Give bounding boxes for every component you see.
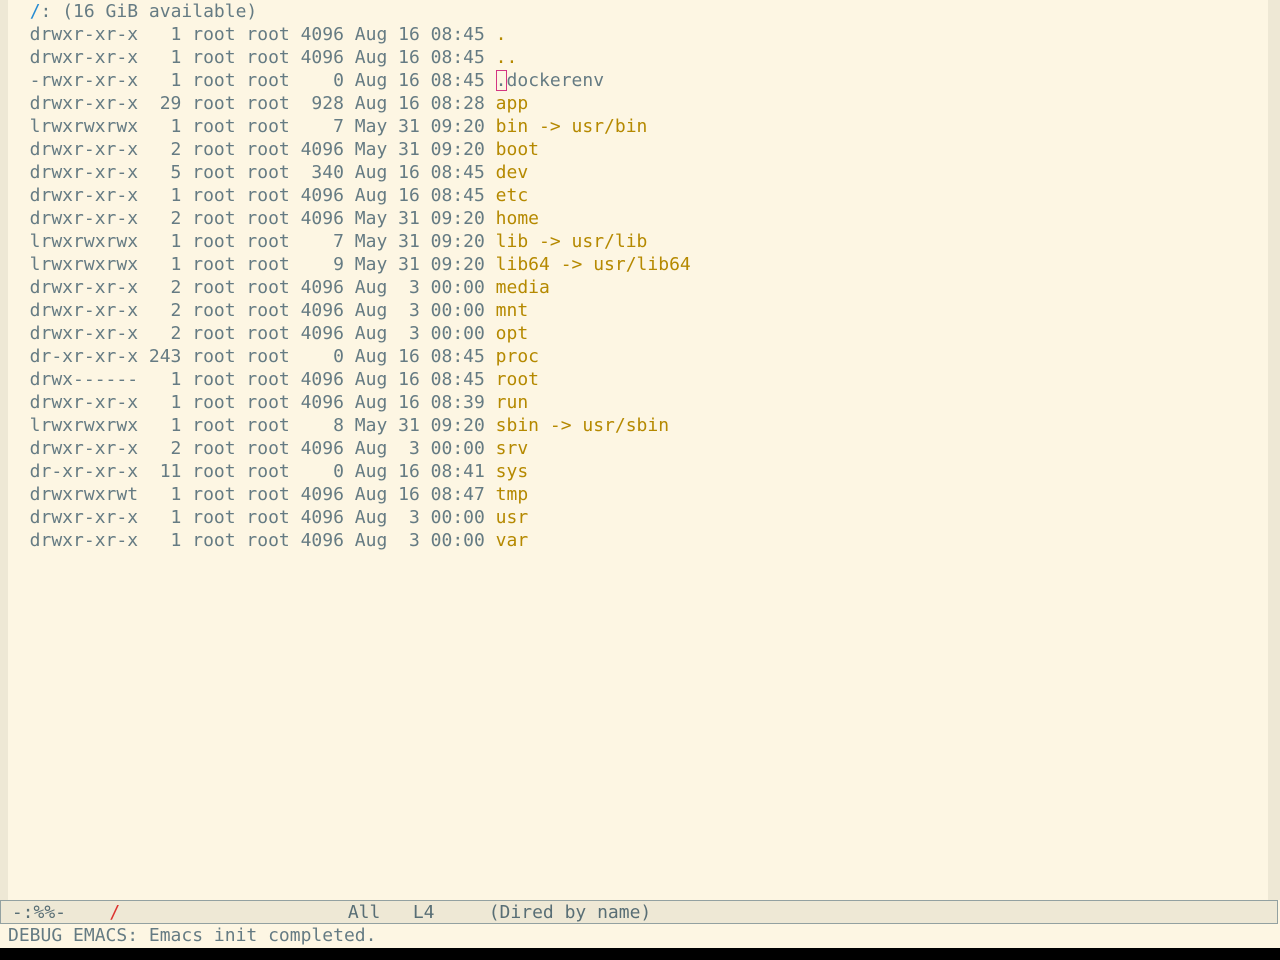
entry-filename[interactable]: root (496, 369, 539, 390)
dired-entry[interactable]: drwxr-xr-x 5 root root 340 Aug 16 08:45 … (8, 161, 1268, 184)
entry-filename[interactable]: srv (496, 438, 529, 459)
entry-filename[interactable]: dev (496, 162, 529, 183)
entry-attributes: drwxrwxrwt 1 root root 4096 Aug 16 08:47 (8, 484, 496, 505)
modeline-line-number: L4 (412, 902, 435, 923)
entry-attributes: drwxr-xr-x 2 root root 4096 Aug 3 00:00 (8, 438, 496, 459)
echo-area: DEBUG EMACS: Emacs init completed. (0, 924, 1280, 948)
entry-attributes: drwxr-xr-x 5 root root 340 Aug 16 08:45 (8, 162, 496, 183)
entry-filename[interactable]: usr (496, 507, 529, 528)
dired-entry[interactable]: drwxr-xr-x 2 root root 4096 Aug 3 00:00 … (8, 437, 1268, 460)
emacs-frame: /: (16 GiB available) drwxr-xr-x 1 root … (0, 0, 1280, 948)
entry-attributes: drwxr-xr-x 2 root root 4096 Aug 3 00:00 (8, 300, 496, 321)
entry-attributes: drwx------ 1 root root 4096 Aug 16 08:45 (8, 369, 496, 390)
entry-filename[interactable]: .. (496, 47, 518, 68)
entry-filename[interactable]: etc (496, 185, 529, 206)
dired-entry[interactable]: drwxr-xr-x 1 root root 4096 Aug 16 08:45… (8, 184, 1268, 207)
entry-attributes: drwxr-xr-x 1 root root 4096 Aug 3 00:00 (8, 530, 496, 551)
dired-entry[interactable]: drwxr-xr-x 2 root root 4096 Aug 3 00:00 … (8, 276, 1268, 299)
entry-filename[interactable]: bin -> usr/bin (496, 116, 648, 137)
entry-attributes: -rwxr-xr-x 1 root root 0 Aug 16 08:45 (8, 70, 496, 91)
entry-filename[interactable]: media (496, 277, 550, 298)
modeline-major-mode[interactable]: (Dired by name) (489, 902, 652, 923)
dired-entry[interactable]: drwx------ 1 root root 4096 Aug 16 08:45… (8, 368, 1268, 391)
entry-attributes: drwxr-xr-x 2 root root 4096 May 31 09:20 (8, 139, 496, 160)
dired-buffer[interactable]: /: (16 GiB available) drwxr-xr-x 1 root … (8, 0, 1268, 900)
dired-entry[interactable]: drwxr-xr-x 1 root root 4096 Aug 3 00:00 … (8, 529, 1268, 552)
entry-attributes: drwxr-xr-x 1 root root 4096 Aug 3 00:00 (8, 507, 496, 528)
dired-entry[interactable]: lrwxrwxrwx 1 root root 7 May 31 09:20 li… (8, 230, 1268, 253)
dired-entry[interactable]: lrwxrwxrwx 1 root root 7 May 31 09:20 bi… (8, 115, 1268, 138)
entry-attributes: drwxr-xr-x 1 root root 4096 Aug 16 08:45 (8, 185, 496, 206)
entry-attributes: lrwxrwxrwx 1 root root 8 May 31 09:20 (8, 415, 496, 436)
dired-entry[interactable]: drwxr-xr-x 2 root root 4096 Aug 3 00:00 … (8, 299, 1268, 322)
header-directory[interactable]: / (30, 1, 41, 22)
entry-filename[interactable]: tmp (496, 484, 529, 505)
dired-entry[interactable]: drwxr-xr-x 29 root root 928 Aug 16 08:28… (8, 92, 1268, 115)
entry-attributes: lrwxrwxrwx 1 root root 7 May 31 09:20 (8, 116, 496, 137)
entry-filename[interactable]: mnt (496, 300, 529, 321)
dired-entry[interactable]: -rwxr-xr-x 1 root root 0 Aug 16 08:45 .d… (8, 69, 1268, 92)
dired-entry[interactable]: drwxr-xr-x 2 root root 4096 May 31 09:20… (8, 138, 1268, 161)
entry-filename[interactable]: sys (496, 461, 529, 482)
dired-entry[interactable]: dr-xr-xr-x 11 root root 0 Aug 16 08:41 s… (8, 460, 1268, 483)
dired-entry[interactable]: lrwxrwxrwx 1 root root 8 May 31 09:20 sb… (8, 414, 1268, 437)
mode-line: -:%%- / All L4 (Dired by name) (0, 900, 1278, 924)
dired-entry[interactable]: drwxr-xr-x 1 root root 4096 Aug 16 08:45… (8, 46, 1268, 69)
entry-attributes: dr-xr-xr-x 243 root root 0 Aug 16 08:45 (8, 346, 496, 367)
modeline-status: -:%%- (1, 902, 88, 923)
entry-attributes: drwxr-xr-x 2 root root 4096 Aug 3 00:00 (8, 277, 496, 298)
entry-filename[interactable]: home (496, 208, 539, 229)
entry-filename[interactable]: var (496, 530, 529, 551)
left-fringe (0, 0, 8, 900)
modeline-position: All (347, 902, 381, 923)
entry-filename[interactable]: sbin -> usr/sbin (496, 415, 669, 436)
entry-attributes: drwxr-xr-x 2 root root 4096 Aug 3 00:00 (8, 323, 496, 344)
dired-entry[interactable]: drwxrwxrwt 1 root root 4096 Aug 16 08:47… (8, 483, 1268, 506)
entry-filename[interactable]: lib -> usr/lib (496, 231, 648, 252)
entry-filename[interactable]: . (496, 24, 507, 45)
entry-attributes: lrwxrwxrwx 1 root root 9 May 31 09:20 (8, 254, 496, 275)
bottom-bar (0, 948, 1280, 960)
entry-filename[interactable]: lib64 -> usr/lib64 (496, 254, 691, 275)
entry-attributes: drwxr-xr-x 1 root root 4096 Aug 16 08:45 (8, 47, 496, 68)
entry-attributes: dr-xr-xr-x 11 root root 0 Aug 16 08:41 (8, 461, 496, 482)
entry-filename[interactable]: app (496, 93, 529, 114)
header-available-space: : (16 GiB available) (40, 1, 258, 22)
entry-filename[interactable]: dockerenv (507, 70, 605, 91)
dired-entry[interactable]: lrwxrwxrwx 1 root root 9 May 31 09:20 li… (8, 253, 1268, 276)
point-cursor: . (495, 70, 507, 91)
dired-entry[interactable]: drwxr-xr-x 2 root root 4096 Aug 3 00:00 … (8, 322, 1268, 345)
dired-entry[interactable]: dr-xr-xr-x 243 root root 0 Aug 16 08:45 … (8, 345, 1268, 368)
right-fringe (1268, 0, 1280, 900)
dired-entry[interactable]: drwxr-xr-x 1 root root 4096 Aug 16 08:39… (8, 391, 1268, 414)
dired-entry[interactable]: drwxr-xr-x 1 root root 4096 Aug 16 08:45… (8, 23, 1268, 46)
entry-attributes: drwxr-xr-x 2 root root 4096 May 31 09:20 (8, 208, 496, 229)
dired-entry[interactable]: drwxr-xr-x 2 root root 4096 May 31 09:20… (8, 207, 1268, 230)
dired-header: /: (16 GiB available) (8, 0, 1268, 23)
modeline-buffer-name[interactable]: / (109, 902, 120, 923)
entry-filename[interactable]: opt (496, 323, 529, 344)
header-indent (8, 1, 30, 22)
dired-entry[interactable]: drwxr-xr-x 1 root root 4096 Aug 3 00:00 … (8, 506, 1268, 529)
file-list: drwxr-xr-x 1 root root 4096 Aug 16 08:45… (8, 23, 1268, 552)
entry-attributes: drwxr-xr-x 1 root root 4096 Aug 16 08:39 (8, 392, 496, 413)
entry-filename[interactable]: proc (496, 346, 539, 367)
entry-filename[interactable]: run (496, 392, 529, 413)
entry-attributes: lrwxrwxrwx 1 root root 7 May 31 09:20 (8, 231, 496, 252)
entry-attributes: drwxr-xr-x 1 root root 4096 Aug 16 08:45 (8, 24, 496, 45)
entry-attributes: drwxr-xr-x 29 root root 928 Aug 16 08:28 (8, 93, 496, 114)
entry-filename[interactable]: boot (496, 139, 539, 160)
